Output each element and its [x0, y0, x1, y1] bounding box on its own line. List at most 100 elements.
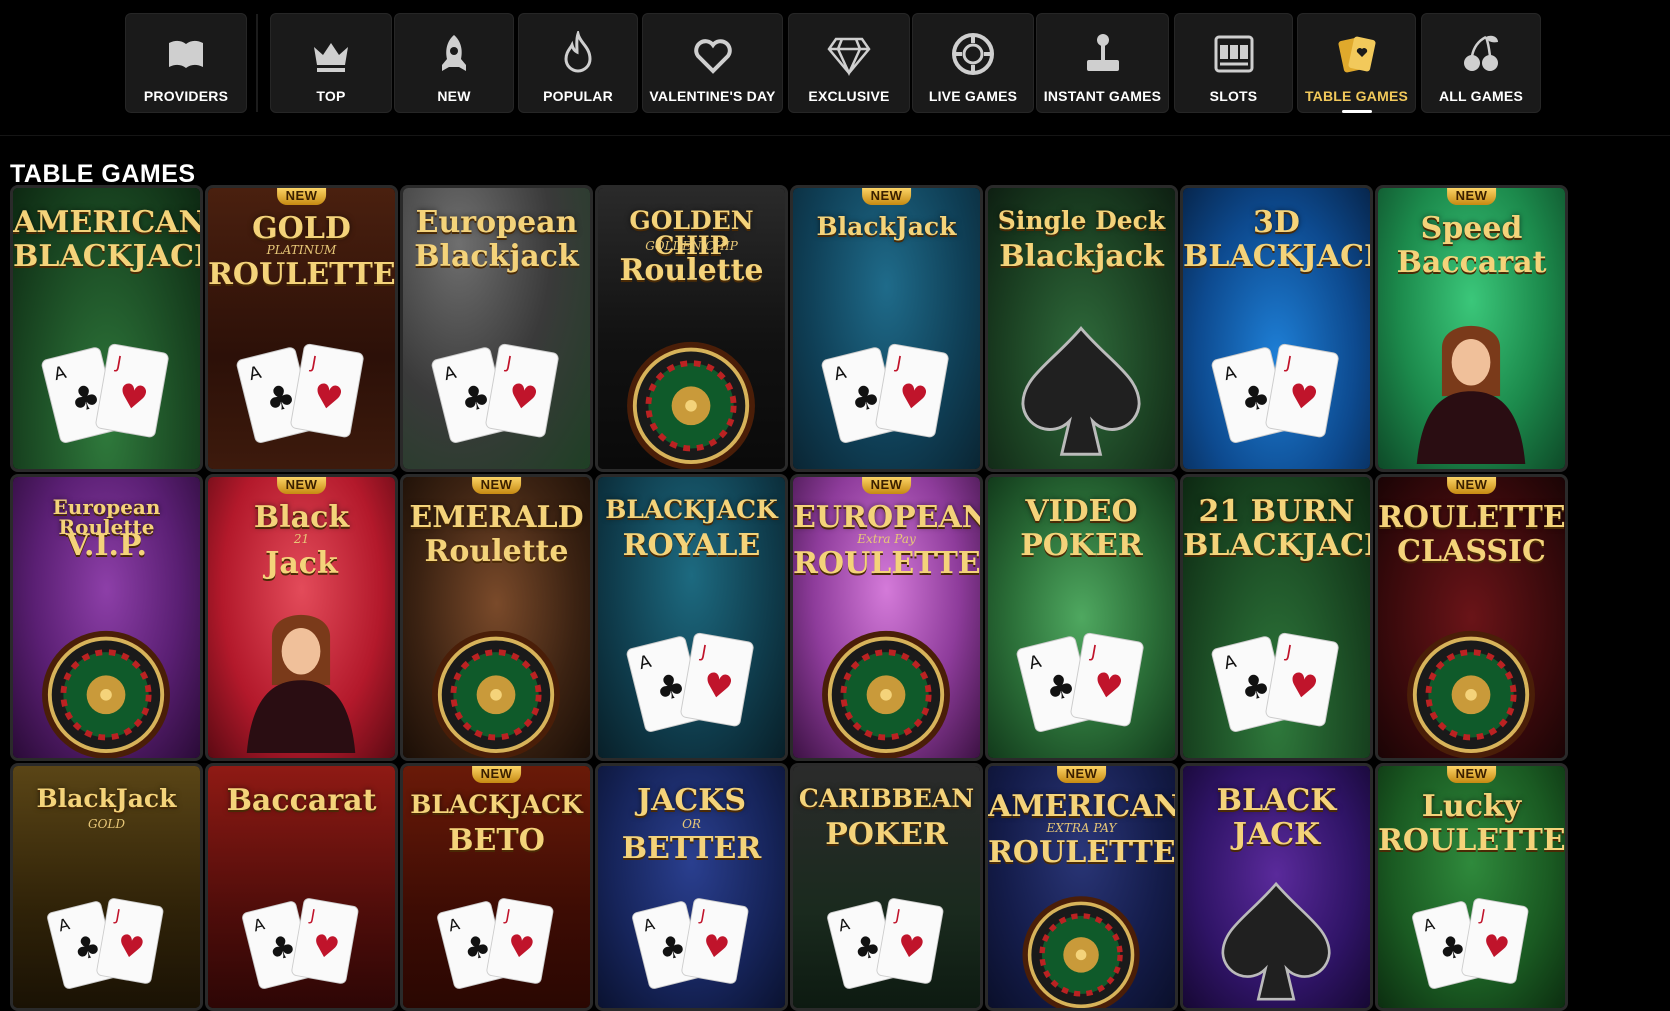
- nav-button-label: PROVIDERS: [143, 88, 229, 104]
- game-tile[interactable]: A ♣ J ♥ 3D BLACKJACK: [1180, 185, 1373, 472]
- game-artwork: A ♣ J ♥: [13, 314, 200, 469]
- nav-button-label: POPULAR: [543, 88, 613, 104]
- flame-icon: [554, 30, 602, 78]
- game-tile[interactable]: Single Deck Blackjack: [985, 185, 1178, 472]
- nav-button-top[interactable]: TOP: [270, 13, 392, 113]
- game-tile[interactable]: NEW EUROPEAN Extra Pay ROULETTE: [790, 474, 983, 761]
- game-title-line1: 21 BURN: [1198, 494, 1355, 529]
- game-artwork: A ♣ J ♥: [403, 314, 590, 469]
- game-title-line1: AMERICAN: [988, 789, 1178, 824]
- game-title-line1: BLACKJACK: [605, 495, 778, 524]
- game-artwork: A ♣ J ♥: [793, 314, 980, 469]
- nav-button-label: TABLE GAMES: [1304, 88, 1409, 104]
- game-artwork: A ♣ J ♥: [1183, 603, 1370, 758]
- nav-button-valentine-s-day[interactable]: VALENTINE'S DAY: [642, 13, 783, 113]
- nav-button-all-games[interactable]: ALL GAMES: [1421, 13, 1541, 113]
- game-artwork: A ♣ J ♥: [598, 603, 785, 758]
- new-badge: NEW: [1446, 766, 1497, 783]
- new-badge: NEW: [276, 188, 327, 205]
- new-badge: NEW: [471, 477, 522, 494]
- game-subtitle: GOLD: [87, 817, 125, 831]
- game-title-line2: Roulette: [619, 253, 764, 288]
- game-title-line1: AMERICAN: [13, 205, 203, 240]
- game-artwork: A ♣ J ♥: [13, 875, 200, 1008]
- game-title-line1: Speed: [1420, 211, 1523, 246]
- game-tile[interactable]: A ♣ J ♥ 21 BURN BLACKJACK: [1180, 474, 1373, 761]
- game-tile[interactable]: A ♣ J ♥ NEW BLACKJACK BETO: [400, 763, 593, 1011]
- crown-icon: [307, 30, 355, 78]
- game-tile[interactable]: A ♣ J ♥ BlackJack GOLD: [10, 763, 203, 1011]
- nav-button-slots[interactable]: SLOTS: [1174, 13, 1293, 113]
- game-title-line2: BETO: [448, 823, 545, 858]
- game-title-line1: 3D: [1253, 205, 1300, 240]
- nav-button-instant-games[interactable]: INSTANT GAMES: [1036, 13, 1169, 113]
- slot-machine-icon: [1210, 30, 1258, 78]
- game-tile[interactable]: NEW Black 21 Jack: [205, 474, 398, 761]
- nav-button-label: NEW: [437, 88, 471, 104]
- game-tile[interactable]: NEW ROULETTE CLASSIC: [1375, 474, 1568, 761]
- game-title-line2: ROULETTE: [208, 257, 396, 292]
- rocket-icon: [430, 30, 478, 78]
- nav-button-live-games[interactable]: LIVE GAMES: [912, 13, 1034, 113]
- game-title-line2: ROULETTE: [1378, 823, 1566, 858]
- diamond-icon: [825, 30, 873, 78]
- game-tile[interactable]: NEW EMERALD Roulette: [400, 474, 593, 761]
- nav-button-label: SLOTS: [1209, 88, 1258, 104]
- cherries-icon: [1457, 30, 1505, 78]
- game-tile[interactable]: A ♣ J ♥ AMERICAN BLACKJACK: [10, 185, 203, 472]
- nav-button-providers[interactable]: PROVIDERS: [125, 13, 247, 113]
- game-title-line1: CARIBBEAN: [798, 784, 975, 813]
- game-title-line1: EUROPEAN: [793, 500, 983, 535]
- game-subtitle: OR: [682, 817, 701, 831]
- nav-button-label: TOP: [316, 88, 346, 104]
- game-title-line2: Baccarat: [1396, 245, 1547, 280]
- nav-button-popular[interactable]: POPULAR: [518, 13, 638, 113]
- game-tile[interactable]: NEW Speed Baccarat: [1375, 185, 1568, 472]
- game-title-line2: BLACKJACK: [1183, 528, 1373, 563]
- cards-icon: [1333, 30, 1381, 78]
- game-title-line1: European: [415, 205, 578, 240]
- game-artwork: A ♣ J ♥: [1183, 314, 1370, 469]
- nav-divider: [0, 135, 1670, 136]
- game-tile[interactable]: A ♣ J ♥ VIDEO POKER: [985, 474, 1178, 761]
- nav-button-new[interactable]: NEW: [394, 13, 514, 113]
- game-title-line1: Single Deck: [997, 206, 1166, 235]
- nav-button-table-games[interactable]: TABLE GAMES: [1297, 13, 1416, 113]
- new-badge: NEW: [1446, 477, 1497, 494]
- game-tile[interactable]: A ♣ J ♥ CARIBBEAN POKER: [790, 763, 983, 1011]
- game-title-line2: ROYALE: [622, 528, 761, 563]
- nav-button-exclusive[interactable]: EXCLUSIVE: [788, 13, 910, 113]
- game-tile[interactable]: A ♣ J ♥ Baccarat: [205, 763, 398, 1011]
- game-title-line1: VIDEO: [1025, 494, 1138, 529]
- category-nav: PROVIDERS TOP NEW POPULAR VALENTINE'S DAY EXC…: [0, 0, 1670, 130]
- nav-button-label: LIVE GAMES: [928, 88, 1018, 104]
- game-title-line2: BLACKJACK: [13, 239, 203, 274]
- game-title-line2: POKER: [825, 817, 948, 852]
- game-artwork: [1183, 875, 1370, 1008]
- game-tile[interactable]: A ♣ J ♥ JACKS OR BETTER: [595, 763, 788, 1011]
- game-title-line1: GOLD: [252, 211, 351, 246]
- game-title-line1: Lucky: [1421, 789, 1522, 824]
- game-tile[interactable]: BLACK JACK: [1180, 763, 1373, 1011]
- game-tile[interactable]: A ♣ J ♥ NEW BlackJack: [790, 185, 983, 472]
- nav-button-label: ALL GAMES: [1439, 88, 1523, 104]
- chip-icon: [949, 30, 997, 78]
- game-tile[interactable]: A ♣ J ♥ NEW Lucky ROULETTE: [1375, 763, 1568, 1011]
- new-badge: NEW: [861, 188, 912, 205]
- game-title-line2: Blackjack: [414, 239, 579, 274]
- new-badge: NEW: [1446, 188, 1497, 205]
- game-title-line2: BETTER: [621, 831, 762, 866]
- game-tile[interactable]: European Roulette V.I.P.: [10, 474, 203, 761]
- new-badge: NEW: [471, 766, 522, 783]
- game-tile[interactable]: GOLDEN CHIP GOLDEN CHIP Roulette: [595, 185, 788, 472]
- game-tile[interactable]: A ♣ J ♥ European Blackjack: [400, 185, 593, 472]
- game-tile[interactable]: NEW AMERICAN EXTRA PAY ROULETTE: [985, 763, 1178, 1011]
- game-artwork: [1378, 314, 1565, 469]
- game-title-line1: BLACKJACK: [410, 790, 583, 819]
- game-tile[interactable]: A ♣ J ♥ BLACKJACK ROYALE: [595, 474, 788, 761]
- game-artwork: A ♣ J ♥: [793, 875, 980, 1008]
- game-title-line1: ROULETTE: [1378, 500, 1566, 535]
- nav-button-label: VALENTINE'S DAY: [649, 88, 776, 104]
- game-tile[interactable]: A ♣ J ♥ NEW GOLD PLATINUM ROULETTE: [205, 185, 398, 472]
- heart-icon: [689, 30, 737, 78]
